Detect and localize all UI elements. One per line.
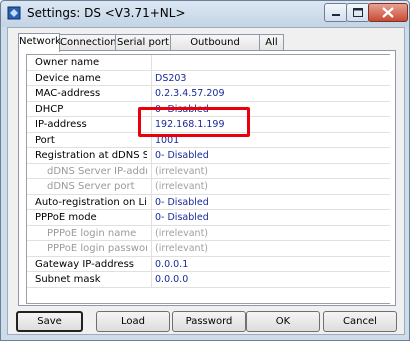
row-label: Auto-registration on Link S bbox=[35, 196, 147, 208]
tab-serial-port[interactable]: Serial port bbox=[115, 34, 171, 51]
row-value[interactable] bbox=[151, 55, 394, 70]
row-device-name[interactable]: Device name DS203 bbox=[27, 70, 390, 87]
row-mac-address[interactable]: MAC-address 0.2.3.4.57.209 bbox=[27, 86, 390, 102]
row-ddns-server-ip[interactable]: dDNS Server IP-address (irrelevant) bbox=[27, 163, 390, 180]
close-icon bbox=[382, 7, 394, 18]
row-label: PPPoE login password bbox=[47, 243, 147, 254]
tab-outbound-packets[interactable]: Outbound packets bbox=[170, 34, 260, 64]
row-label: dDNS Server port bbox=[47, 181, 135, 192]
cancel-button[interactable]: Cancel bbox=[323, 311, 397, 332]
settings-grid: Owner name Device name DS203 MAC-address… bbox=[26, 54, 390, 304]
row-ddns-registration[interactable]: Registration at dDNS Serve 0- Disabled bbox=[27, 148, 390, 164]
row-value[interactable]: 0.2.3.4.57.209 bbox=[151, 86, 394, 101]
load-button[interactable]: Load bbox=[96, 311, 170, 332]
tab-network[interactable]: Network bbox=[18, 33, 61, 52]
row-subnet-mask[interactable]: Subnet mask 0.0.0.0 bbox=[27, 272, 390, 288]
row-value[interactable]: 0.0.0.0 bbox=[151, 272, 394, 287]
row-value[interactable]: DS203 bbox=[151, 70, 394, 86]
network-tab-panel: Owner name Device name DS203 MAC-address… bbox=[18, 50, 396, 306]
row-value[interactable]: 0- Disabled bbox=[151, 210, 394, 225]
close-button[interactable] bbox=[368, 3, 408, 22]
app-icon bbox=[7, 6, 21, 20]
row-label: IP-address bbox=[35, 119, 87, 130]
row-label: Owner name bbox=[35, 57, 100, 68]
title-bar[interactable]: Settings: DS <V3.71+NL> bbox=[1, 1, 409, 27]
row-label: PPPoE mode bbox=[35, 212, 97, 223]
row-ddns-server-port[interactable]: dDNS Server port (irrelevant) bbox=[27, 179, 390, 195]
row-value: (irrelevant) bbox=[151, 163, 394, 179]
minimize-button[interactable] bbox=[324, 3, 348, 22]
dialog-client-area: Network Connection Serial port Outbound … bbox=[7, 27, 405, 335]
row-value[interactable]: 0.0.0.1 bbox=[151, 256, 394, 272]
row-value: (irrelevant) bbox=[151, 179, 394, 194]
row-label: MAC-address bbox=[35, 88, 101, 99]
row-label: PPPoE login name bbox=[47, 227, 137, 239]
settings-window: Settings: DS <V3.71+NL> Network Connecti… bbox=[0, 0, 410, 341]
tab-all[interactable]: All bbox=[259, 34, 284, 51]
row-owner-name[interactable]: Owner name bbox=[27, 55, 390, 71]
tab-connection[interactable]: Connection bbox=[59, 34, 117, 51]
row-label: Gateway IP-address bbox=[35, 258, 135, 270]
row-gateway-ip[interactable]: Gateway IP-address 0.0.0.1 bbox=[27, 256, 390, 273]
minimize-icon bbox=[332, 14, 340, 16]
maximize-button[interactable] bbox=[346, 3, 370, 22]
row-pppoe-mode[interactable]: PPPoE mode 0- Disabled bbox=[27, 210, 390, 226]
row-pppoe-login-password[interactable]: PPPoE login password (irrelevant) bbox=[27, 241, 390, 257]
row-label: Registration at dDNS Serve bbox=[35, 150, 147, 161]
ip-port-highlight-box bbox=[138, 107, 250, 137]
row-label: DHCP bbox=[35, 103, 64, 115]
row-value: (irrelevant) bbox=[151, 225, 394, 241]
row-value: (irrelevant) bbox=[151, 241, 394, 256]
row-label: dDNS Server IP-address bbox=[47, 165, 147, 177]
window-title: Settings: DS <V3.71+NL> bbox=[27, 6, 186, 20]
password-button[interactable]: Password bbox=[172, 311, 246, 332]
ok-button[interactable]: OK bbox=[246, 311, 320, 332]
grid-scrollbar[interactable] bbox=[390, 54, 394, 303]
row-label: Subnet mask bbox=[35, 274, 101, 285]
maximize-icon bbox=[353, 8, 363, 17]
row-value[interactable]: 0- Disabled bbox=[151, 194, 394, 210]
row-label: Port bbox=[35, 134, 55, 146]
row-label: Device name bbox=[35, 72, 101, 84]
row-auto-registration[interactable]: Auto-registration on Link S 0- Disabled bbox=[27, 194, 390, 211]
row-value[interactable]: 0- Disabled bbox=[151, 148, 394, 163]
save-button[interactable]: Save bbox=[16, 311, 83, 332]
row-pppoe-login-name[interactable]: PPPoE login name (irrelevant) bbox=[27, 225, 390, 242]
